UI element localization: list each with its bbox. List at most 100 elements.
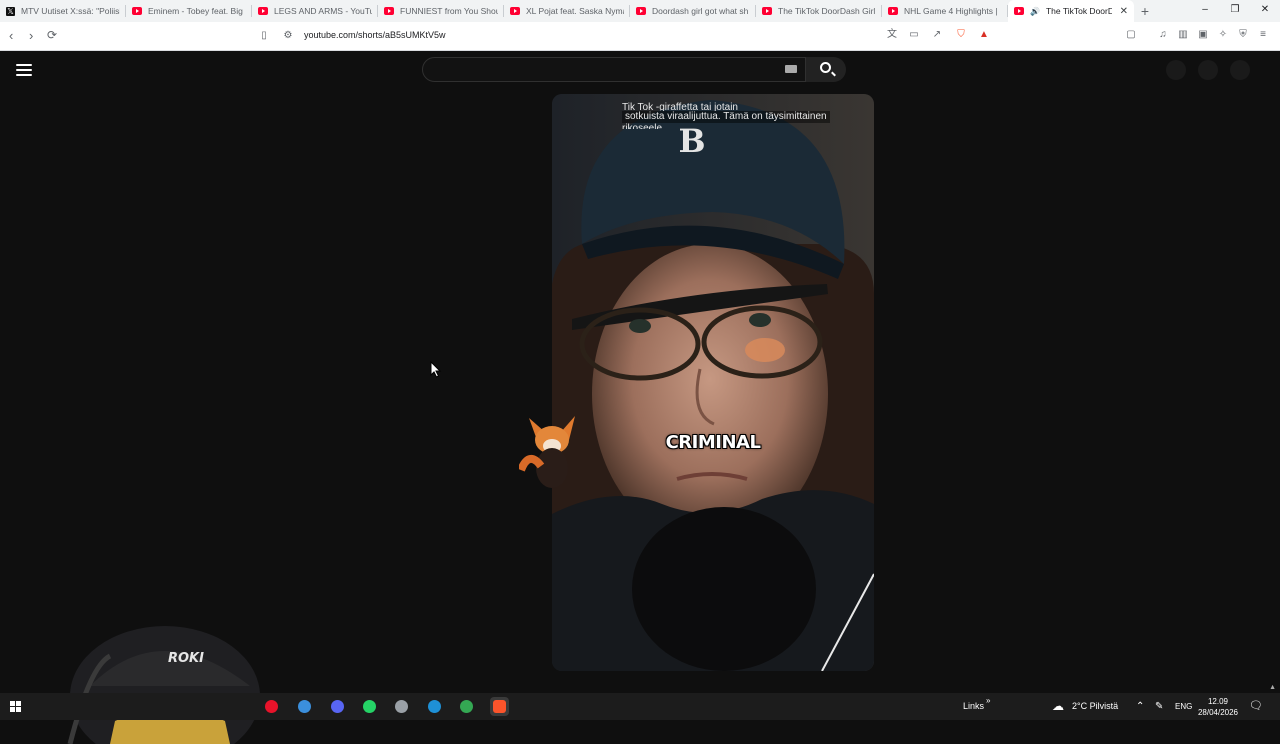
new-tab-button[interactable]: + — [1134, 3, 1156, 19]
whatsapp-icon[interactable] — [360, 697, 379, 716]
language-indicator[interactable]: ENG — [1175, 693, 1192, 720]
photos-icon[interactable] — [295, 697, 314, 716]
tab-title: The TikTok DoorDash Girl — [778, 6, 876, 16]
tab-title: MTV Uutiset X:ssä: "Poliisi — [21, 6, 120, 16]
subtitle-line-1: Tik Tok -giraffetta tai jotain — [622, 102, 738, 111]
maximize-button[interactable]: ❐ — [1220, 0, 1250, 22]
shorts-video-player[interactable]: B Tik Tok -giraffetta tai jotain sotkuis… — [552, 94, 874, 671]
webcam-cap-text: ROKI — [168, 651, 204, 666]
back-button[interactable]: ‹ — [9, 28, 13, 43]
tab-title: NHL Game 4 Highlights | — [904, 6, 998, 16]
youtube-icon — [132, 7, 142, 15]
browser-tab[interactable]: NHL Game 4 Highlights | — [882, 0, 1008, 22]
browser-tab[interactable]: LEGS AND ARMS - YouTu — [252, 0, 378, 22]
brave-rewards-icon[interactable]: ▲ — [978, 29, 990, 41]
url-text[interactable]: youtube.com/shorts/aB5sUMKtV5w — [304, 30, 446, 40]
browser-menu-icon[interactable]: ≡ — [1257, 29, 1269, 41]
media-icon[interactable]: ♫ — [1157, 29, 1169, 41]
windows-start-icon[interactable] — [10, 701, 21, 712]
weather-text[interactable]: 2°C Pilvistä — [1072, 693, 1118, 720]
translate-icon[interactable]: 文 — [886, 29, 898, 41]
search-input[interactable] — [422, 57, 806, 82]
extensions-icon[interactable]: ▢ — [1125, 29, 1137, 41]
links-toolbar[interactable]: Links — [963, 693, 984, 720]
browser-tab[interactable]: Doordash girl got what sh — [630, 0, 756, 22]
youtube-icon — [258, 7, 268, 15]
opera-icon[interactable] — [262, 697, 281, 716]
tray-overflow-icon[interactable]: ⌃ — [1136, 693, 1144, 720]
fox-sticker-icon — [519, 416, 575, 488]
create-icon[interactable] — [1166, 60, 1186, 80]
discord-icon-glyph — [331, 700, 344, 713]
brave-icon-glyph — [493, 700, 506, 713]
scroll-down-arrow-icon[interactable]: ▲ — [1269, 684, 1276, 691]
wallet-icon[interactable]: ▣ — [1197, 29, 1209, 41]
vpn-shield-icon[interactable] — [392, 697, 411, 716]
vpn-icon[interactable]: ⛨ — [1237, 29, 1249, 41]
mouse-cursor-icon — [430, 361, 442, 378]
webcam-overlay — [67, 626, 260, 744]
tab-title: Doordash girl got what sh — [652, 6, 749, 16]
tab-strip: 𝕏 MTV Uutiset X:ssä: "Poliisi Eminem - Tob… — [0, 0, 1280, 22]
share-icon[interactable]: ↗ — [931, 29, 943, 41]
youtube-icon — [762, 7, 772, 15]
photos-icon-glyph — [298, 700, 311, 713]
notifications-center-icon[interactable]: 🗨 — [1249, 693, 1263, 720]
playstore-icon[interactable] — [457, 697, 476, 716]
browser-tab[interactable]: Eminem - Tobey feat. Big — [126, 0, 252, 22]
avatar[interactable] — [1230, 60, 1250, 80]
browser-tab[interactable]: XL Pojat feat. Saska Nyma — [504, 0, 630, 22]
tab-title: LEGS AND ARMS - YouTu — [274, 6, 372, 16]
video-subtitles: Tik Tok -giraffetta tai jotain sotkuista… — [622, 102, 852, 129]
tab-title: The TikTok DoorDa — [1045, 6, 1112, 16]
x-icon: 𝕏 — [6, 6, 15, 16]
search-icon — [820, 62, 831, 73]
weather-icon[interactable]: ☁ — [1052, 693, 1064, 720]
site-settings-icon[interactable]: ⚙ — [282, 30, 294, 42]
youtube-icon — [510, 7, 520, 15]
close-window-button[interactable]: ✕ — [1250, 0, 1280, 22]
youtube-icon — [1014, 7, 1024, 15]
browser-tab[interactable]: The TikTok DoorDash Girl — [756, 0, 882, 22]
edge-icon-glyph — [428, 700, 441, 713]
brave-icon[interactable] — [490, 697, 509, 716]
minimize-button[interactable]: – — [1190, 0, 1220, 22]
tab-audio-icon[interactable]: 🔊 — [1030, 7, 1040, 16]
search-button[interactable] — [806, 57, 846, 82]
browser-toolbar: ‹ › ⟳ ▯ ⚙ youtube.com/shorts/aB5sUMKtV5w… — [0, 22, 1280, 51]
vpn-shield-icon-glyph — [395, 700, 408, 713]
tab-title: FUNNIEST from You Shoul — [400, 6, 498, 16]
clock[interactable]: 12.09 28/04/2026 — [1193, 696, 1243, 718]
opera-icon-glyph — [265, 700, 278, 713]
cast-icon[interactable]: ▭ — [908, 29, 920, 41]
notifications-icon[interactable] — [1198, 60, 1218, 80]
pen-icon[interactable]: ✎ — [1155, 693, 1163, 720]
tab-close-icon[interactable]: ✕ — [1120, 6, 1128, 17]
youtube-page: B Tik Tok -giraffetta tai jotain sotkuis… — [0, 51, 1280, 744]
subtitle-line-3: rikoseele — [622, 123, 663, 129]
links-expand-icon[interactable]: » — [986, 687, 990, 714]
clock-time: 12.09 — [1207, 697, 1229, 706]
discord-icon[interactable] — [328, 697, 347, 716]
hamburger-menu-icon[interactable] — [16, 64, 32, 76]
video-caption: CRIMINAL — [665, 432, 761, 453]
sidebar-icon[interactable]: ▥ — [1177, 29, 1189, 41]
youtube-icon — [384, 7, 394, 15]
window-controls: – ❐ ✕ — [1190, 0, 1280, 22]
brave-shields-icon[interactable]: ⛉ — [955, 29, 967, 41]
keyboard-icon[interactable] — [785, 65, 797, 73]
browser-tab[interactable]: 🔊 The TikTok DoorDa ✕ — [1008, 0, 1134, 22]
youtube-icon — [636, 7, 646, 15]
tab-title: XL Pojat feat. Saska Nyma — [526, 6, 624, 16]
youtube-icon — [888, 7, 898, 15]
tab-title: Eminem - Tobey feat. Big — [148, 6, 243, 16]
browser-tab[interactable]: FUNNIEST from You Shoul — [378, 0, 504, 22]
leo-ai-icon[interactable]: ✧ — [1217, 29, 1229, 41]
bookmark-icon[interactable]: ▯ — [258, 30, 270, 42]
whatsapp-icon-glyph — [363, 700, 376, 713]
edge-icon[interactable] — [425, 697, 444, 716]
windows-taskbar: Links » ☁ 2°C Pilvistä ⌃ ✎ ENG 12.09 28/… — [0, 693, 1280, 720]
browser-tab[interactable]: 𝕏 MTV Uutiset X:ssä: "Poliisi — [0, 0, 126, 22]
reload-button[interactable]: ⟳ — [47, 28, 57, 42]
forward-button[interactable]: › — [29, 28, 33, 43]
